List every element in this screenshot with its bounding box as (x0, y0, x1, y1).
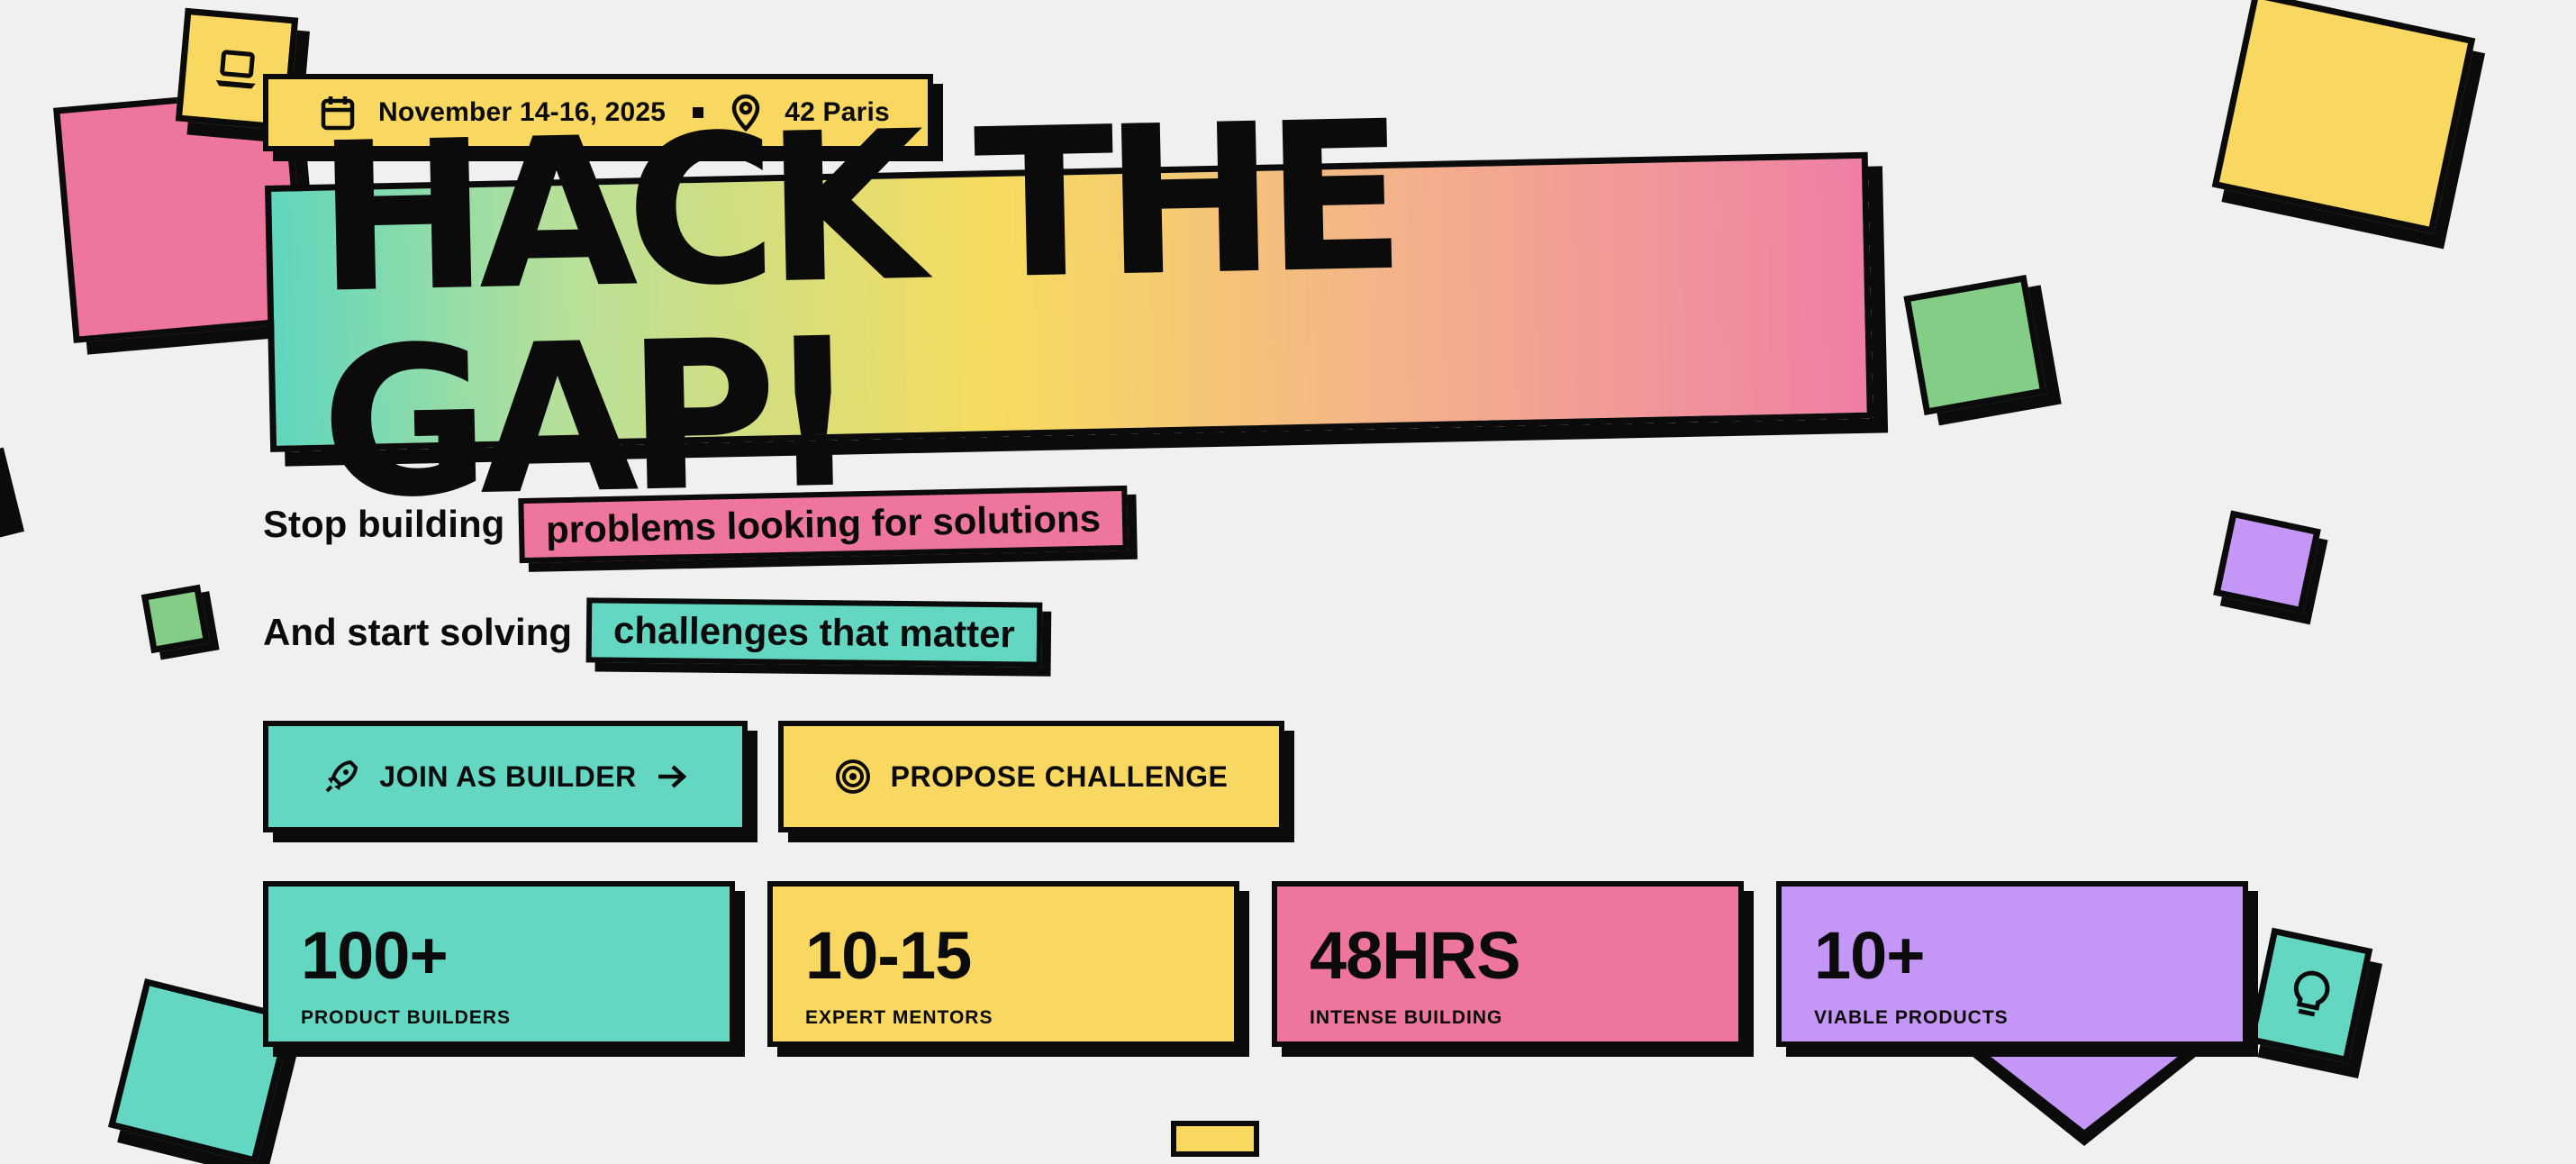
join-as-builder-button[interactable]: JOIN AS BUILDER (263, 721, 748, 832)
stat-card-mentors: 10-15 EXPERT MENTORS (767, 881, 1239, 1047)
decor-purple-triangle-fill (1985, 1052, 2183, 1130)
decor-yellow-square-large (2211, 0, 2476, 234)
stat-value: 100+ (301, 918, 449, 993)
stat-card-products: 10+ VIABLE PRODUCTS (1776, 881, 2248, 1047)
decor-purple-square (2213, 510, 2321, 614)
stat-value: 10+ (1814, 918, 1926, 993)
propose-button-label: PROPOSE CHALLENGE (890, 759, 1229, 793)
tagline-highlight-2: challenges that matter (585, 597, 1043, 668)
decor-yellow-bottom-tab (1171, 1121, 1259, 1157)
tagline-line-1: Stop building problems looking for solut… (263, 485, 1129, 564)
lightbulb-icon (2284, 966, 2336, 1025)
laptop-icon (212, 46, 262, 93)
stat-label: PRODUCT BUILDERS (301, 1007, 512, 1028)
stat-card-hours: 48HRS INTENSE BUILDING (1272, 881, 1744, 1047)
stat-label: VIABLE PRODUCTS (1814, 1007, 2009, 1028)
stat-value: 48HRS (1310, 918, 1521, 993)
decor-black-sliver (0, 447, 25, 541)
tagline-prefix-2: And start solving (263, 611, 573, 653)
target-icon (835, 759, 871, 795)
decor-teal-lightbulb-square (2247, 927, 2373, 1064)
stat-label: EXPERT MENTORS (805, 1007, 993, 1028)
hero-title: HACK THE GAP! (313, 76, 1398, 544)
stat-label: INTENSE BUILDING (1310, 1007, 1503, 1028)
decor-green-square (1903, 275, 2047, 415)
propose-challenge-button[interactable]: PROPOSE CHALLENGE (778, 721, 1284, 832)
join-button-label: JOIN AS BUILDER (379, 759, 637, 793)
tagline-prefix-1: Stop building (263, 503, 505, 545)
hero-title-banner: HACK THE GAP! (265, 77, 1873, 544)
tagline-line-2: And start solving challenges that matter (263, 597, 1043, 668)
rocket-icon (323, 759, 359, 795)
arrow-right-icon (657, 764, 687, 789)
stat-value: 10-15 (805, 918, 972, 993)
tagline-highlight-1: problems looking for solutions (518, 485, 1129, 564)
stat-card-builders: 100+ PRODUCT BUILDERS (263, 881, 735, 1047)
decor-green-square-small (141, 584, 211, 654)
